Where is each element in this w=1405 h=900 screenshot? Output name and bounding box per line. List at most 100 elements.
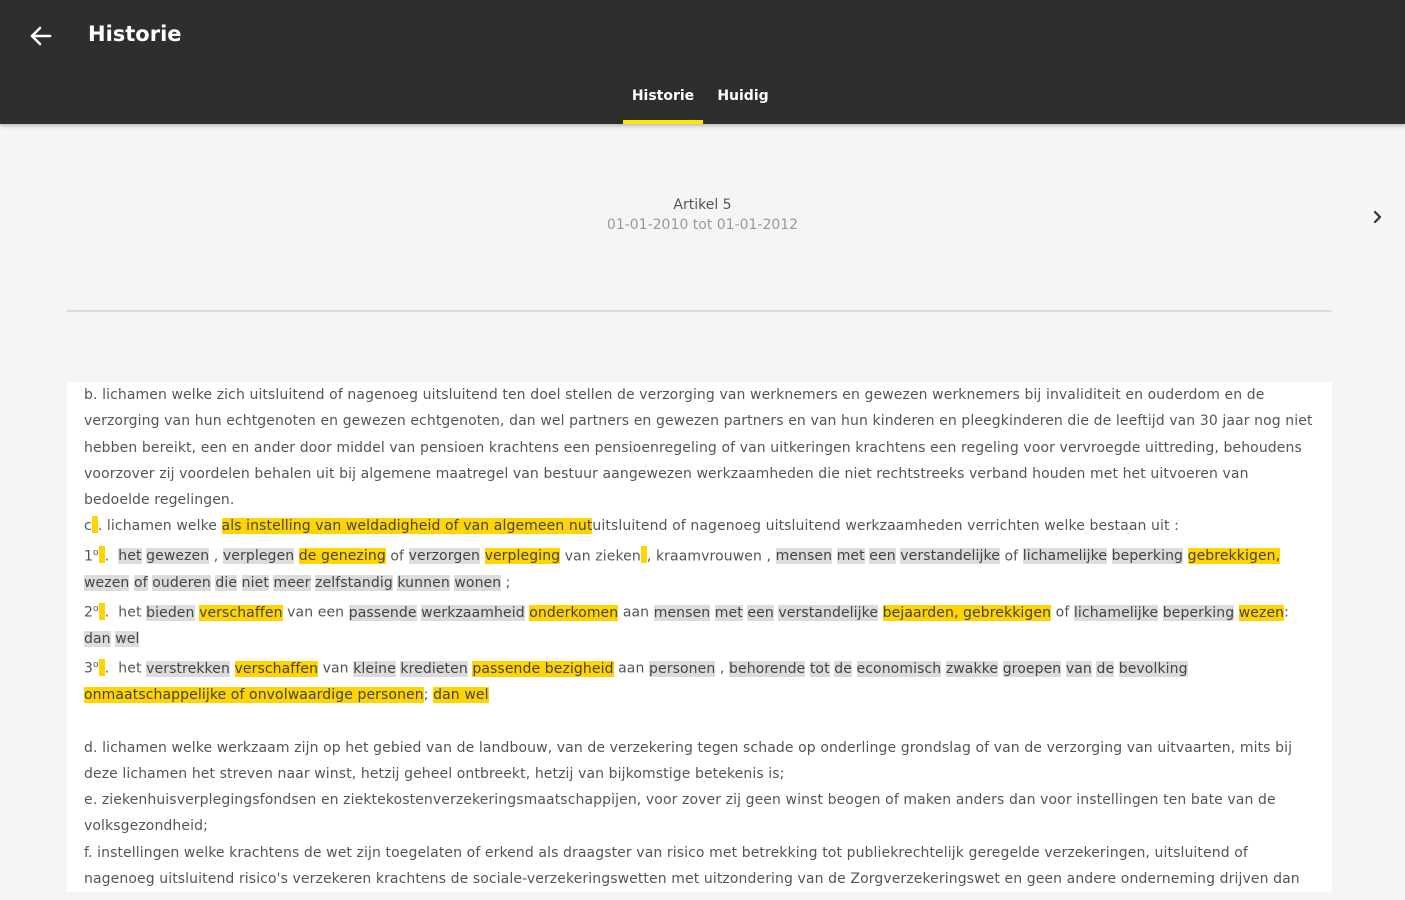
removed-text: van — [1065, 660, 1092, 677]
paragraph-c2: 2o. het bieden verschaffen van een passe… — [84, 602, 1289, 647]
divider — [67, 310, 1332, 312]
text: : — [1284, 604, 1289, 621]
article-title: Artikel 5 — [673, 197, 732, 213]
paragraph-f: f. instellingen welke krachtens de wet z… — [84, 844, 1300, 888]
text: van — [322, 660, 349, 677]
removed-text: wel — [115, 630, 140, 647]
removed-text: verstandelijke — [778, 604, 879, 621]
removed-text: of — [133, 574, 148, 591]
removed-text: tot — [809, 660, 830, 677]
removed-text: lichamelijke — [1073, 604, 1159, 621]
removed-text: het — [118, 548, 142, 565]
removed-text: personen — [649, 660, 716, 677]
tab-bar: Historie Huidig — [0, 78, 1405, 124]
paragraph-c3: 3o. het verstrekken verschaffen van klei… — [84, 658, 1188, 704]
removed-text: verplegen — [222, 548, 295, 565]
added-text: als instelling van weldadigheid of van a… — [221, 518, 593, 535]
removed-text: mensen — [775, 548, 833, 565]
text: van zieken — [564, 548, 641, 565]
removed-text: met — [714, 604, 743, 621]
page-title: Historie — [88, 22, 182, 46]
text: aan — [622, 604, 650, 621]
removed-text: verstandelijke — [900, 548, 1000, 565]
added-text: de genezing — [298, 548, 386, 565]
paragraph-c1: 1o. het gewezen , verplegen de genezing … — [84, 546, 1281, 591]
removed-text: kleine — [353, 660, 396, 677]
added-text: dan wel — [433, 687, 489, 704]
removed-text: meer — [273, 574, 311, 591]
tab-huidig[interactable]: Huidig — [708, 78, 778, 124]
removed-text: werkzaamheid — [421, 604, 525, 621]
next-version-button[interactable] — [1366, 205, 1390, 229]
removed-text: kredieten — [400, 660, 468, 677]
removed-text: passende — [348, 604, 417, 621]
item-number: 2 — [84, 604, 94, 621]
change-marker — [98, 546, 105, 564]
removed-text: verzorgen — [408, 548, 481, 565]
text: of — [1055, 604, 1070, 621]
text: , — [719, 660, 725, 677]
removed-text: beperking — [1111, 548, 1184, 565]
paragraph-c-text: uitsluitend of nagenoeg uitsluitend werk… — [592, 518, 1179, 535]
text: van een — [287, 604, 345, 621]
removed-text: kunnen — [397, 574, 450, 591]
change-marker — [98, 658, 105, 676]
removed-text: zelfstandig — [315, 574, 393, 591]
text: het — [118, 660, 142, 677]
removed-text: met — [836, 548, 865, 565]
item-number: 1 — [84, 548, 94, 565]
added-text: gebrekkigen, — [1187, 548, 1281, 565]
removed-text: verstrekken — [146, 660, 230, 677]
item-number: 3 — [84, 660, 94, 677]
removed-text: lichamelijke — [1022, 548, 1108, 565]
removed-text: gewezen — [146, 548, 210, 565]
article-period: 01-01-2010 tot 01-01-2012 — [606, 217, 799, 233]
removed-text: mensen — [653, 604, 711, 621]
added-text: bejaarden, gebrekkigen — [882, 604, 1052, 621]
text: het — [118, 604, 142, 621]
removed-text: bieden — [146, 604, 195, 621]
text: ; — [505, 574, 511, 591]
removed-text: beperking — [1162, 604, 1235, 621]
removed-text: dan — [84, 630, 111, 647]
added-text: onderkomen — [529, 604, 619, 621]
removed-text: bevolking — [1118, 660, 1188, 677]
removed-text: behorende — [729, 660, 806, 677]
removed-text: de — [834, 660, 852, 677]
added-text: verschaffen — [199, 604, 283, 621]
removed-text: een — [869, 548, 896, 565]
removed-text: wonen — [454, 574, 502, 591]
paragraph-b: b. lichamen welke zich uitsluitend of na… — [84, 387, 1313, 509]
text: aan — [618, 660, 645, 677]
app-bar: Historie Historie Huidig — [0, 0, 1405, 124]
paragraph-d: d. lichamen welke werkzaam zijn op het g… — [84, 739, 1293, 782]
text: of — [1004, 548, 1019, 565]
article-content: b. lichamen welke zich uitsluitend of na… — [67, 382, 1332, 892]
removed-text: de — [1096, 660, 1115, 677]
added-text: verpleging — [484, 548, 561, 565]
added-text: verschaffen — [234, 660, 319, 677]
article-header: Artikel 5 01-01-2010 tot 01-01-2012 — [0, 195, 1405, 235]
active-tab-indicator — [623, 120, 703, 124]
back-button[interactable] — [22, 20, 58, 52]
removed-text: groepen — [1002, 660, 1062, 677]
removed-text: economisch — [856, 660, 942, 677]
paragraph-e: e. ziekenhuisverplegingsfondsen en ziekt… — [84, 792, 1276, 835]
tab-historie[interactable]: Historie — [623, 78, 703, 124]
removed-text: wezen — [84, 574, 130, 591]
added-text: wezen — [1238, 604, 1285, 621]
chevron-right-icon — [1373, 210, 1382, 224]
removed-text: een — [747, 604, 774, 621]
added-text: onmaatschappelijke of onvolwaardige pers… — [84, 687, 424, 704]
paragraph-c-text: . lichamen welke — [97, 518, 222, 535]
removed-text: ouderen — [152, 574, 211, 591]
removed-text: niet — [241, 574, 269, 591]
removed-text: die — [215, 574, 238, 591]
text: ; — [423, 687, 429, 704]
text: , kraamvrouwen — [646, 548, 762, 565]
arrow-back-icon — [30, 26, 52, 46]
removed-text: zwakke — [945, 660, 999, 677]
text: of — [390, 548, 405, 565]
paragraph-c-prefix: c — [84, 518, 92, 535]
